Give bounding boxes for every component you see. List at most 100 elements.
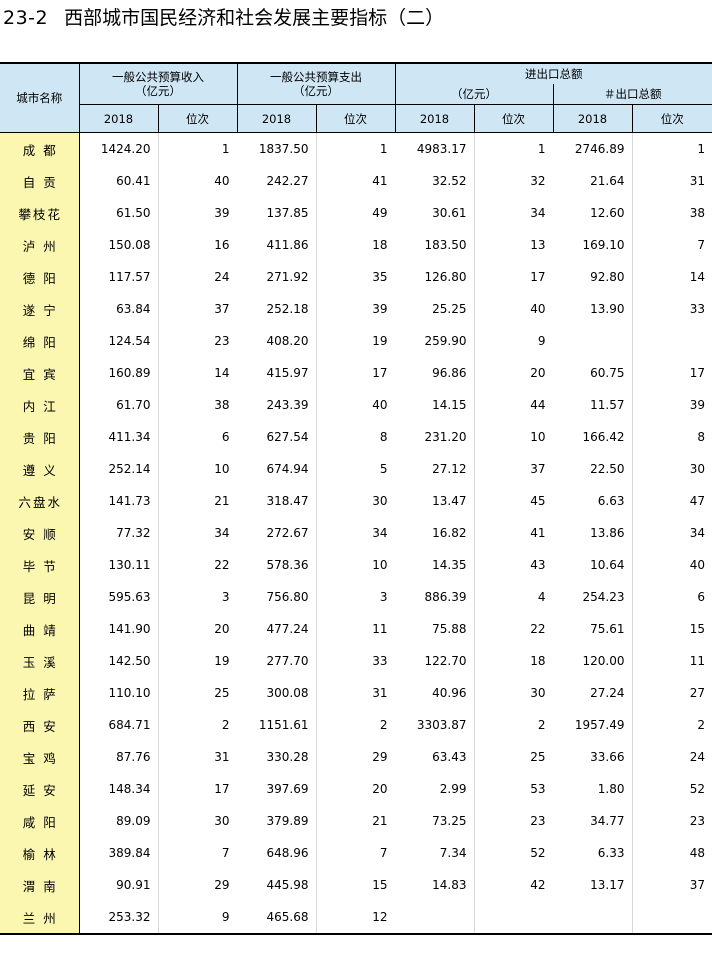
export-cell: 2746.89 (553, 132, 633, 165)
export-rank-cell: 11 (689, 654, 705, 668)
header-budget-expense-unit: （亿元） (293, 84, 339, 98)
income-cell: 130.11 (79, 549, 159, 581)
income-rank-cell: 31 (158, 741, 238, 773)
expense-cell: 445.98 (237, 869, 317, 901)
city-cell: 自贡 (0, 165, 80, 197)
export-rank-cell (632, 901, 712, 934)
expense-cell: 271.92 (237, 261, 317, 293)
expense-rank-cell: 40 (316, 389, 396, 421)
export-rank-cell: 7 (697, 238, 705, 252)
header-budget-income-unit: （亿元） (135, 84, 181, 98)
expense-cell: 411.86 (237, 229, 317, 261)
income-cell: 90.91 (79, 869, 159, 901)
header-rank-income: 位次 (158, 104, 238, 133)
expense-cell: 408.20 (237, 325, 317, 357)
income-cell: 141.73 (79, 485, 159, 517)
export-cell: 13.86 (553, 517, 633, 549)
table-row: 延安 148.34 17 397.69 20 2.99 53 1.80 52 (0, 773, 712, 805)
expense-cell: 415.97 (237, 357, 317, 389)
city-cell: 遵义 (0, 453, 80, 485)
income-rank-cell: 3 (158, 581, 238, 613)
expense-rank-cell: 39 (316, 293, 396, 325)
expense-rank-cell: 34 (316, 517, 396, 549)
expense-rank-cell: 30 (316, 485, 396, 517)
city-cell: 安顺 (0, 517, 80, 549)
header-rank-expense: 位次 (316, 104, 396, 133)
expense-rank-cell: 21 (316, 805, 396, 837)
table-row: 曲靖 141.90 20 477.24 11 75.88 22 75.61 15 (0, 613, 712, 645)
city-cell: 咸阳 (0, 805, 80, 837)
city-cell: 毕节 (0, 549, 80, 581)
table-row: 毕节 130.11 22 578.36 10 14.35 43 10.64 40 (0, 549, 712, 581)
income-rank-cell: 37 (158, 293, 238, 325)
trade-rank-cell: 4 (474, 581, 554, 613)
export-rank-cell: 27 (689, 686, 705, 700)
header-budget-income: 一般公共预算收入 （亿元） (79, 63, 238, 105)
export-cell: 22.50 (553, 453, 633, 485)
city-cell: 成都 (0, 132, 80, 165)
trade-rank-cell: 34 (474, 197, 554, 229)
income-rank-cell: 34 (158, 517, 238, 549)
trade-rank-cell: 45 (474, 485, 554, 517)
expense-cell: 252.18 (237, 293, 317, 325)
export-rank-cell: 17 (689, 366, 705, 380)
expense-cell: 756.80 (237, 581, 317, 613)
table-row: 成都 1424.20 1 1837.50 1 4983.17 1 2746.89 1 (0, 132, 712, 165)
export-rank-cell (632, 325, 712, 357)
export-cell: 166.42 (553, 421, 633, 453)
income-cell: 61.70 (79, 389, 159, 421)
trade-cell: 32.52 (395, 165, 475, 197)
income-cell: 252.14 (79, 453, 159, 485)
city-cell: 昆明 (0, 581, 80, 613)
trade-cell: 96.86 (395, 357, 475, 389)
table-body: 成都 1424.20 1 1837.50 1 4983.17 1 2746.89 1 自贡 60.4… (0, 132, 712, 934)
export-cell: 33.66 (553, 741, 633, 773)
export-rank-cell: 30 (689, 462, 705, 476)
income-cell: 595.63 (79, 581, 159, 613)
city-cell: 榆林 (0, 837, 80, 869)
table-row: 德阳 117.57 24 271.92 35 126.80 17 92.80 14 (0, 261, 712, 293)
trade-cell: 4983.17 (395, 132, 475, 165)
export-rank-cell: 47 (689, 494, 705, 508)
table-row: 自贡 60.41 40 242.27 41 32.52 32 21.64 31 (0, 165, 712, 197)
income-cell: 684.71 (79, 709, 159, 741)
table-row: 兰州 253.32 9 465.68 12 (0, 901, 712, 934)
expense-cell: 137.85 (237, 197, 317, 229)
export-cell: 75.61 (553, 613, 633, 645)
trade-cell: 122.70 (395, 645, 475, 677)
table-row: 绵阳 124.54 23 408.20 19 259.90 9 (0, 325, 712, 357)
city-cell: 宝鸡 (0, 741, 80, 773)
expense-rank-cell: 31 (316, 677, 396, 709)
header-budget-expense-label: 一般公共预算支出 (270, 70, 362, 84)
export-cell: 34.77 (553, 805, 633, 837)
export-rank-cell: 38 (689, 206, 705, 220)
table-title: 西部城市国民经济和社会发展主要指标（二） (64, 7, 445, 29)
trade-cell: 14.35 (395, 549, 475, 581)
table-row: 宜宾 160.89 14 415.97 17 96.86 20 60.75 17 (0, 357, 712, 389)
header-city-name: 城市名称 (0, 63, 80, 133)
trade-rank-cell: 22 (474, 613, 554, 645)
page-title: 23-2 西部城市国民经济和社会发展主要指标（二） (3, 4, 444, 32)
city-cell: 延安 (0, 773, 80, 805)
export-rank-cell: 37 (689, 878, 705, 892)
header-export-total: ＃出口总额 (553, 84, 712, 105)
header-year-income: 2018 (79, 104, 159, 133)
trade-rank-cell: 10 (474, 421, 554, 453)
trade-cell: 30.61 (395, 197, 475, 229)
income-cell: 150.08 (79, 229, 159, 261)
expense-rank-cell: 15 (316, 869, 396, 901)
export-rank-cell: 14 (689, 270, 705, 284)
trade-cell (395, 901, 475, 934)
trade-rank-cell: 41 (474, 517, 554, 549)
export-cell: 60.75 (553, 357, 633, 389)
city-cell: 宜宾 (0, 357, 80, 389)
income-cell: 1424.20 (79, 132, 159, 165)
trade-rank-cell: 37 (474, 453, 554, 485)
table-row: 宝鸡 87.76 31 330.28 29 63.43 25 33.66 24 (0, 741, 712, 773)
expense-rank-cell: 10 (316, 549, 396, 581)
export-rank-cell: 34 (689, 526, 705, 540)
income-cell: 63.84 (79, 293, 159, 325)
export-rank-cell: 2 (697, 718, 705, 732)
income-rank-cell: 10 (158, 453, 238, 485)
income-rank-cell: 25 (158, 677, 238, 709)
